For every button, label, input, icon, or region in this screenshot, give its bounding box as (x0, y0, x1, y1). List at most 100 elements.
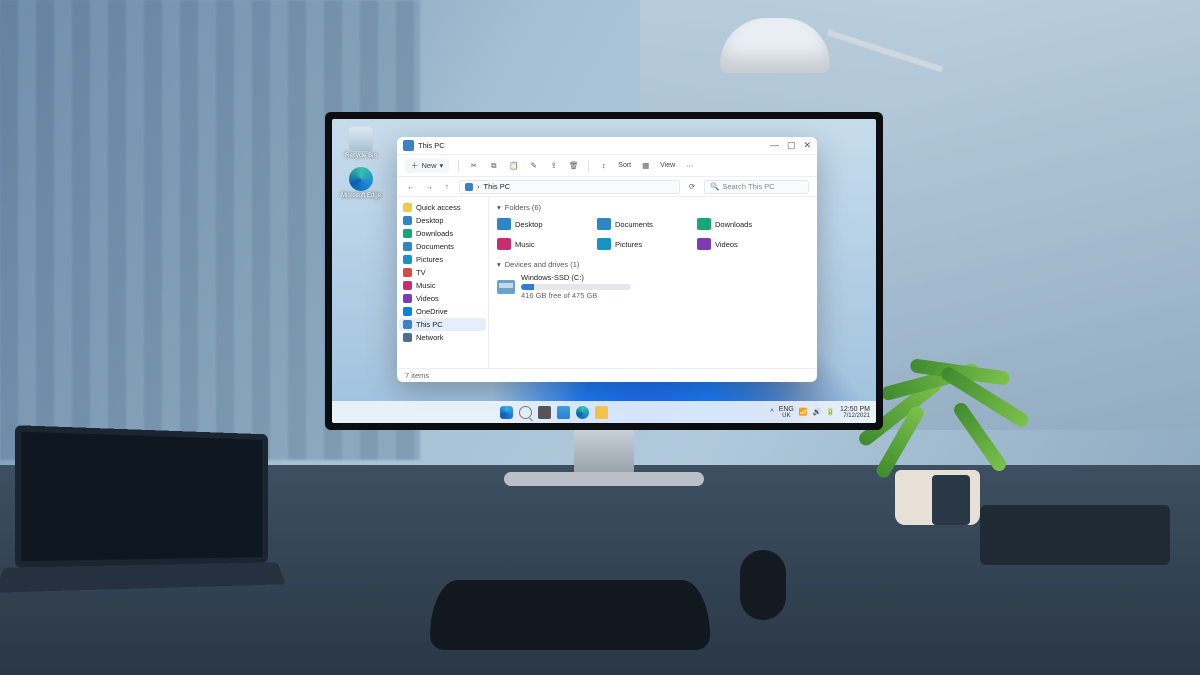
monitor: Recycle Bin Microsoft Edge This PC — ▢ ✕ (325, 112, 883, 472)
folder-videos[interactable]: Videos (697, 236, 783, 252)
folder-label: Desktop (515, 220, 543, 229)
sort-button[interactable]: ↕ (598, 160, 609, 171)
sidebar-item-pictures[interactable]: Pictures (399, 253, 486, 266)
recycle-bin-icon (349, 127, 373, 151)
folder-pictures[interactable]: Pictures (597, 236, 683, 252)
up-button[interactable]: ↑ (441, 181, 453, 193)
this-pc-icon (403, 320, 412, 329)
folder-downloads[interactable]: Downloads (697, 216, 783, 232)
folder-desktop[interactable]: Desktop (497, 216, 583, 232)
sidebar-this-pc[interactable]: This PC (399, 318, 486, 331)
chevron-down-icon: ▾ (497, 203, 501, 212)
folder-label: Documents (615, 220, 653, 229)
sidebar-item-music[interactable]: Music (399, 279, 486, 292)
drive-free-text: 416 GB free of 475 GB (521, 291, 631, 300)
taskbar-widgets-icon[interactable] (557, 406, 570, 419)
folder-icon (403, 255, 412, 264)
breadcrumb[interactable]: This PC (484, 182, 511, 191)
sidebar-quick-access[interactable]: Quick access (399, 201, 486, 214)
address-bar[interactable]: › This PC (459, 180, 680, 194)
folder-documents[interactable]: Documents (597, 216, 683, 232)
desk-lamp (660, 18, 880, 108)
physical-mouse (740, 550, 786, 620)
titlebar[interactable]: This PC — ▢ ✕ (397, 137, 817, 155)
wifi-icon[interactable]: 📶 (799, 408, 808, 416)
rename-icon[interactable]: ✎ (528, 160, 539, 171)
copy-icon[interactable]: ⧉ (488, 160, 499, 171)
chevron-down-icon: ▾ (497, 260, 501, 269)
drives-header[interactable]: ▾ Devices and drives (1) (497, 260, 809, 269)
sidebar-item-videos[interactable]: Videos (399, 292, 486, 305)
windows-desktop[interactable]: Recycle Bin Microsoft Edge This PC — ▢ ✕ (332, 119, 876, 423)
chevron-down-icon: ▾ (440, 161, 444, 170)
command-bar: ＋ New ▾ ✂ ⧉ 📋 ✎ ⇪ 🗑 ↕ Sort ▦ View (397, 155, 817, 177)
task-view-icon[interactable] (538, 406, 551, 419)
sidebar-tv[interactable]: TV (399, 266, 486, 279)
plus-icon: ＋ (411, 160, 419, 171)
sidebar-network[interactable]: Network (399, 331, 486, 344)
taskbar-edge-icon[interactable] (576, 406, 589, 419)
drive-name: Windows-SSD (C:) (521, 273, 631, 282)
drive-c[interactable]: Windows-SSD (C:) 416 GB free of 475 GB (497, 273, 809, 300)
status-bar: 7 items (397, 368, 817, 382)
paste-icon[interactable]: 📋 (508, 160, 519, 171)
tray-chevron-icon[interactable]: ^ (770, 409, 773, 416)
back-button[interactable]: ← (405, 181, 417, 193)
drive-icon (497, 280, 515, 294)
volume-icon[interactable]: 🔊 (813, 408, 822, 416)
taskbar[interactable]: ^ ENG UK 📶 🔊 🔋 12:50 PM 7/12/2021 (332, 401, 876, 423)
more-icon[interactable]: ⋯ (684, 160, 695, 171)
file-explorer-window[interactable]: This PC — ▢ ✕ ＋ New ▾ ✂ (397, 137, 817, 382)
new-button[interactable]: ＋ New ▾ (405, 158, 449, 173)
sidebar-item-desktop[interactable]: Desktop (399, 214, 486, 227)
search-icon: 🔍 (710, 182, 719, 191)
content-pane[interactable]: ▾ Folders (6) Desktop Documents Downloads M… (489, 197, 817, 368)
delete-icon[interactable]: 🗑 (568, 160, 579, 171)
folder-icon (697, 218, 711, 230)
folder-icon (597, 218, 611, 230)
sidebar-item-downloads[interactable]: Downloads (399, 227, 486, 240)
folder-icon (697, 238, 711, 250)
cut-icon[interactable]: ✂ (468, 160, 479, 171)
close-button[interactable]: ✕ (803, 140, 811, 151)
folder-music[interactable]: Music (497, 236, 583, 252)
cloud-icon (403, 307, 412, 316)
desktop-icon-label: Recycle Bin (338, 153, 384, 159)
search-placeholder: Search This PC (722, 182, 774, 191)
tray-region: UK (779, 413, 794, 419)
folder-icon (403, 216, 412, 225)
maximize-button[interactable]: ▢ (787, 140, 796, 151)
paper-tray (980, 505, 1170, 565)
network-icon (403, 333, 412, 342)
sidebar-onedrive[interactable]: OneDrive (399, 305, 486, 318)
folder-icon (403, 281, 412, 290)
taskbar-explorer-icon[interactable] (595, 406, 608, 419)
search-box[interactable]: 🔍 Search This PC (704, 180, 809, 194)
star-icon (403, 203, 412, 212)
chevron-right-icon: › (477, 182, 480, 191)
share-icon[interactable]: ⇪ (548, 160, 559, 171)
forward-button[interactable]: → (423, 181, 435, 193)
desktop-icon-recycle-bin[interactable]: Recycle Bin (338, 127, 384, 159)
sidebar-item-documents[interactable]: Documents (399, 240, 486, 253)
refresh-button[interactable]: ⟳ (686, 181, 698, 193)
folders-header[interactable]: ▾ Folders (6) (497, 203, 809, 212)
battery-icon[interactable]: 🔋 (826, 408, 835, 416)
drive-usage-bar (521, 284, 631, 290)
folder-label: Music (515, 240, 535, 249)
minimize-button[interactable]: — (770, 140, 779, 151)
navigation-pane[interactable]: Quick access Desktop Downloads Documents… (397, 197, 489, 368)
folder-label: Videos (715, 240, 738, 249)
window-title: This PC (418, 141, 445, 150)
folder-icon (403, 242, 412, 251)
item-count: 7 items (405, 371, 429, 380)
tv-icon (403, 268, 412, 277)
tray-language[interactable]: ENG (779, 406, 794, 413)
taskbar-clock[interactable]: 12:50 PM 7/12/2021 (840, 406, 870, 419)
view-button[interactable]: ▦ (640, 160, 651, 171)
desktop-icon-edge[interactable]: Microsoft Edge (338, 167, 384, 199)
address-bar-row: ← → ↑ › This PC ⟳ 🔍 Search This PC (397, 177, 817, 197)
start-button[interactable] (500, 406, 513, 419)
taskbar-search-icon[interactable] (519, 406, 532, 419)
folder-icon (597, 238, 611, 250)
